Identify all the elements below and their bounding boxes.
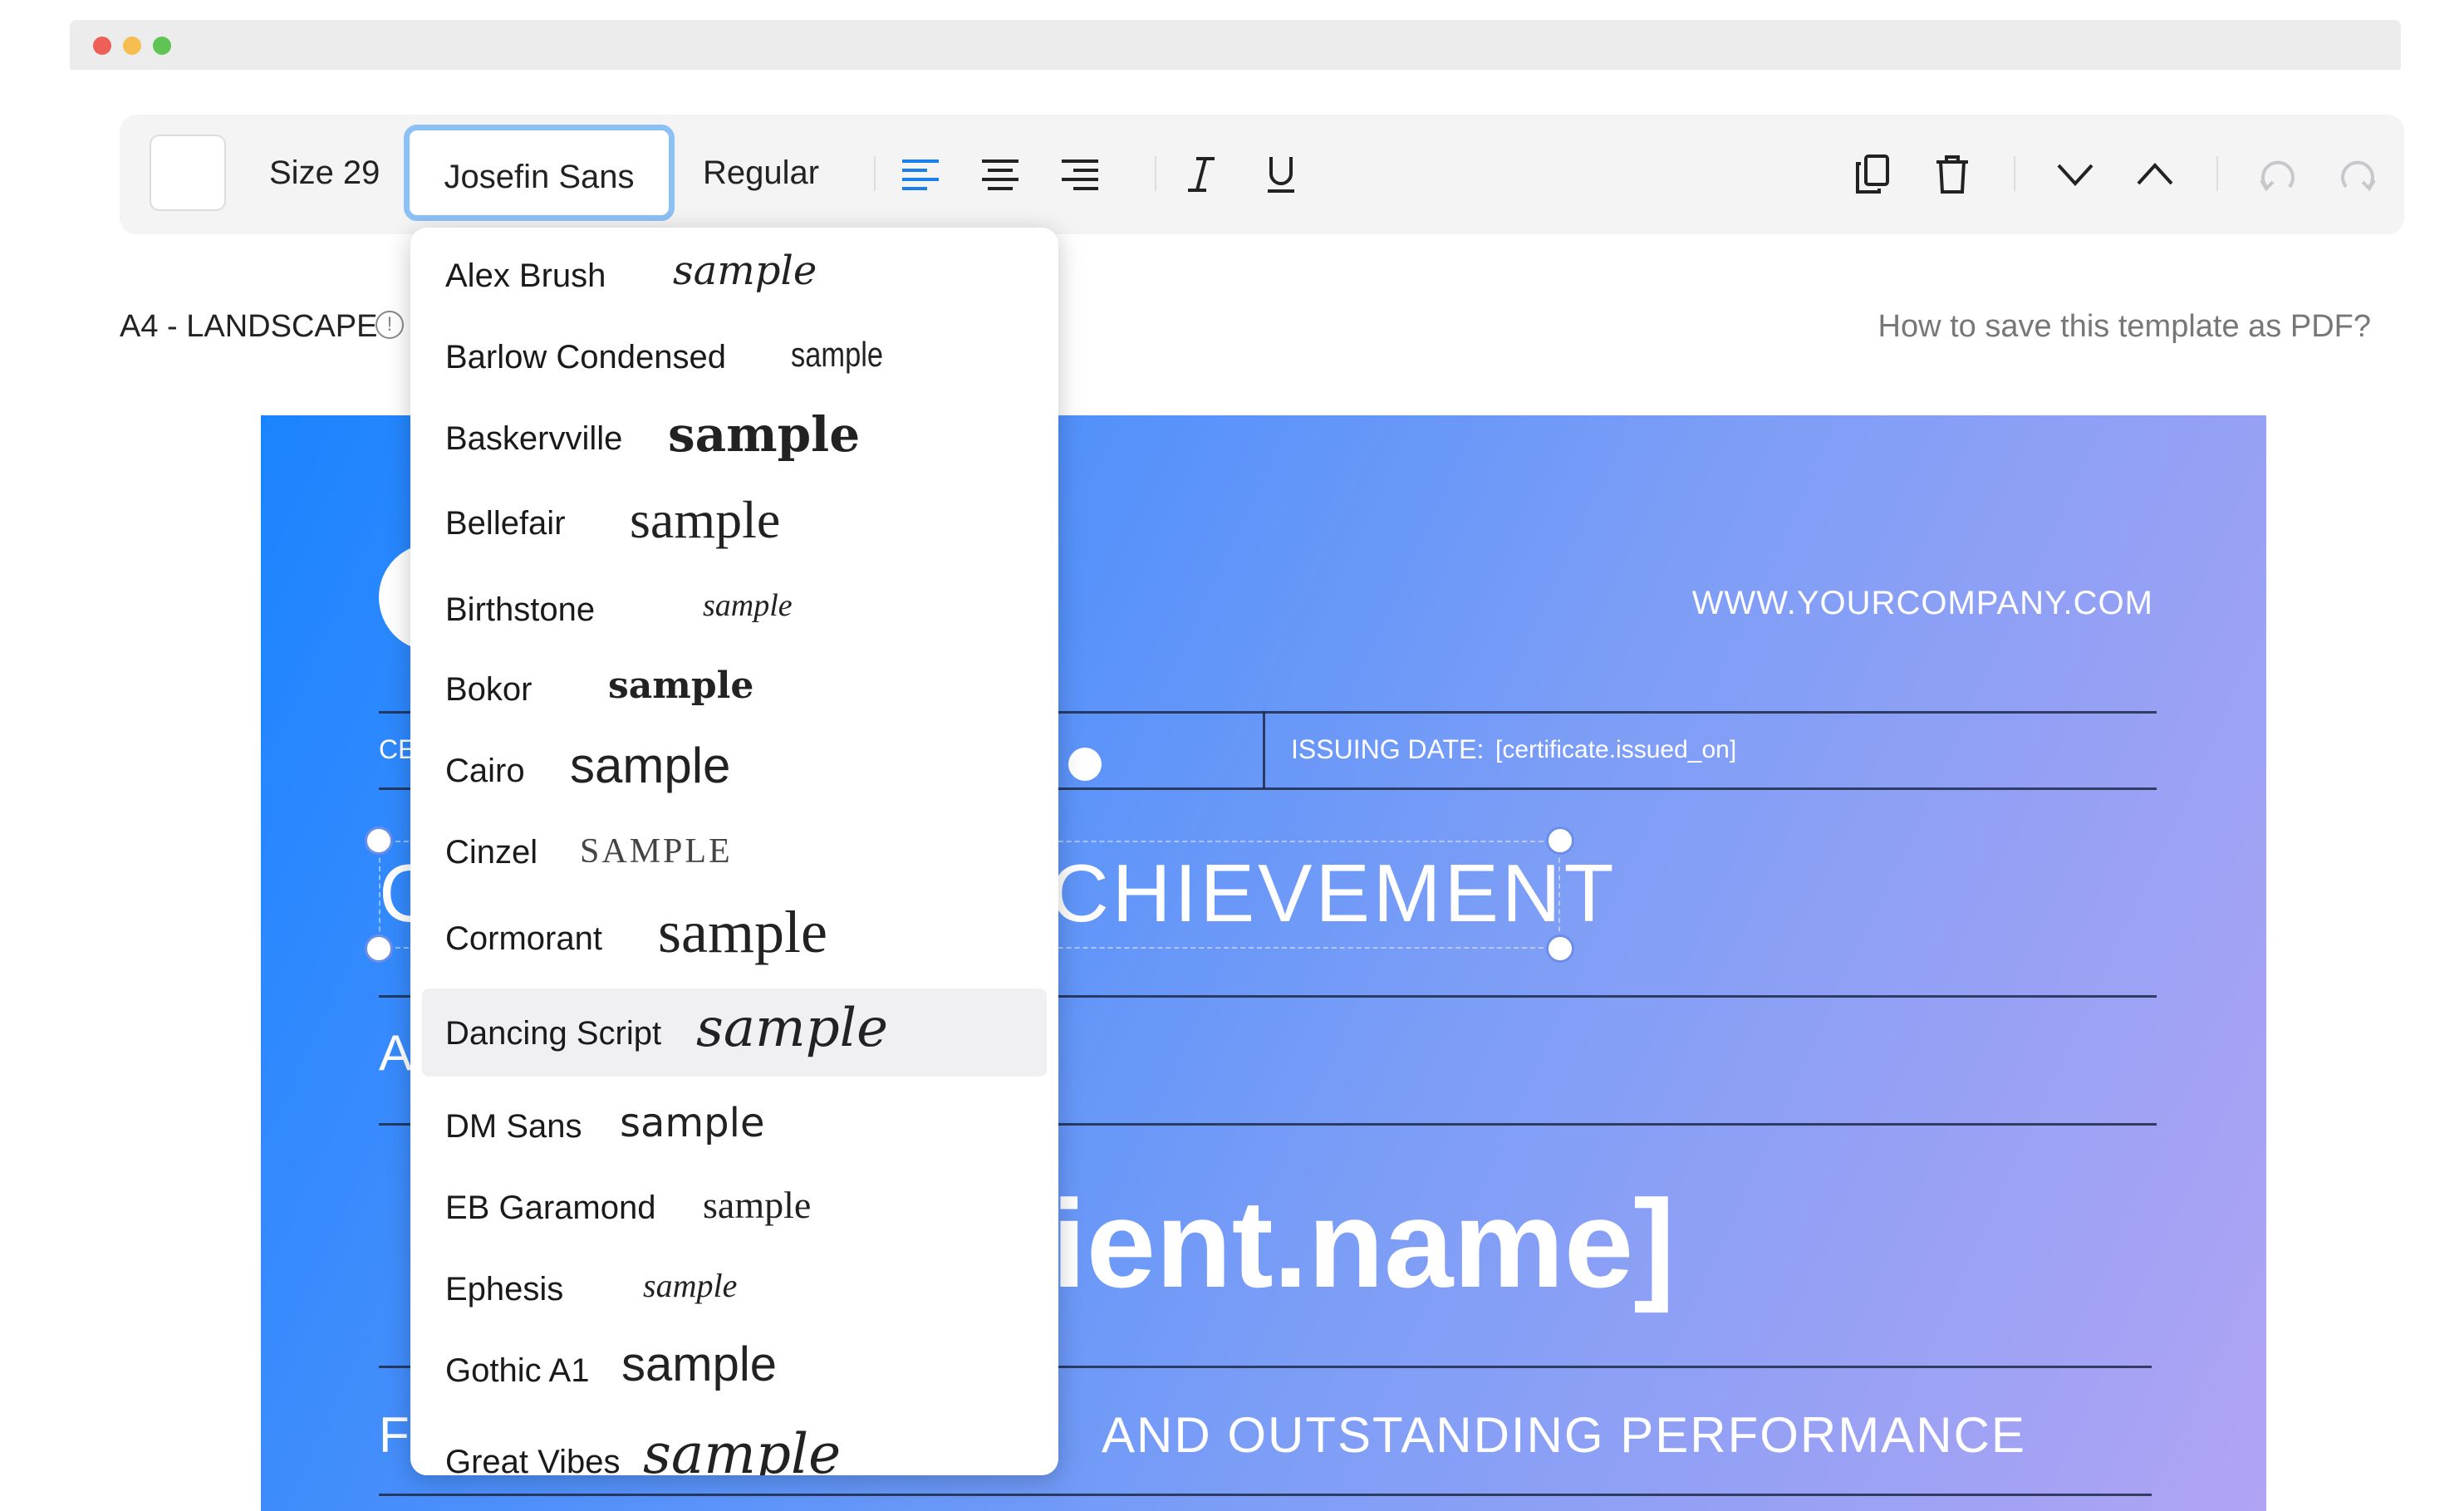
company-website-text[interactable]: WWW.YOURCOMPANY.COM — [1692, 586, 2153, 620]
page-format-label: A4 - LANDSCAPE — [120, 309, 378, 344]
award-reason[interactable]: AND OUTSTANDING PERFORMANCE — [1102, 1410, 2026, 1460]
font-size-selector[interactable]: Size 29 — [269, 156, 380, 189]
font-option-bellefair[interactable]: Bellefair sample — [422, 477, 1047, 565]
italic-icon — [1188, 157, 1215, 192]
undo-icon — [2260, 160, 2295, 192]
font-option-cormorant[interactable]: Cormorant sample — [422, 889, 1047, 977]
save-as-pdf-help-link[interactable]: How to save this template as PDF? — [1878, 309, 2371, 345]
move-down-icon — [2057, 164, 2093, 186]
redo-button[interactable] — [2328, 145, 2388, 204]
recipient-name[interactable]: ient.name] — [1052, 1181, 1675, 1306]
font-sample-preview: sample — [668, 406, 861, 463]
font-option-ephesis[interactable]: Ephesis sample — [422, 1243, 1047, 1331]
divider-line — [379, 1494, 2152, 1496]
resize-handle-bottom-right[interactable] — [1546, 935, 1574, 963]
toolbar-divider — [874, 156, 876, 191]
toolbar-divider — [2014, 156, 2015, 191]
font-sample-preview: sample — [658, 899, 827, 965]
editor-toolbar: Size 29 Josefin Sans Regular — [120, 115, 2404, 234]
font-sample-preview: sample — [570, 738, 731, 793]
font-option-baskervville[interactable]: Baskervville sample — [422, 392, 1047, 480]
font-option-label: Cinzel — [445, 834, 538, 871]
align-left-icon — [902, 159, 939, 190]
font-sample-preview: sample — [620, 1100, 765, 1146]
issuing-date-label[interactable]: ISSUING DATE: — [1291, 736, 1484, 763]
align-left-button[interactable] — [891, 145, 950, 204]
font-option-cairo[interactable]: Cairo sample — [422, 723, 1047, 811]
font-option-gothic-a1[interactable]: Gothic A1 sample — [422, 1322, 1047, 1410]
align-right-button[interactable] — [1050, 145, 1110, 204]
info-icon[interactable]: ! — [375, 311, 404, 339]
move-up-button[interactable] — [2125, 145, 2185, 204]
font-option-dancing-script[interactable]: Dancing Script sample — [422, 989, 1047, 1077]
font-family-dropdown[interactable]: Alex Brush sample Barlow Condensed sampl… — [410, 228, 1058, 1475]
font-option-label: Ephesis — [445, 1271, 564, 1307]
italic-button[interactable] — [1171, 145, 1231, 204]
duplicate-button[interactable] — [1843, 145, 1902, 204]
font-sample-preview: sample — [643, 1267, 738, 1304]
align-center-icon — [982, 159, 1018, 190]
font-option-label: Birthstone — [445, 591, 596, 628]
delete-button[interactable] — [1922, 145, 1982, 204]
font-option-bokor[interactable]: Bokor sample — [422, 643, 1047, 731]
font-option-eb-garamond[interactable]: EB Garamond sample — [422, 1163, 1047, 1251]
font-option-label: DM Sans — [445, 1108, 582, 1145]
font-option-label: EB Garamond — [445, 1190, 656, 1226]
font-option-alex-brush[interactable]: Alex Brush sample — [422, 231, 1047, 319]
font-option-label: Bellefair — [445, 505, 566, 542]
font-weight-selector[interactable]: Regular — [703, 156, 819, 189]
duplicate-icon — [1856, 155, 1889, 194]
font-family-select[interactable]: Josefin Sans — [404, 125, 675, 221]
font-option-barlow-condensed[interactable]: Barlow Condensed sample — [422, 312, 1047, 400]
trash-icon — [1936, 155, 1968, 194]
font-sample-preview: sample — [791, 335, 884, 374]
move-down-button[interactable] — [2045, 145, 2105, 204]
maximize-window-button[interactable] — [153, 37, 171, 55]
toolbar-divider — [1155, 156, 1156, 191]
toolbar-divider — [2216, 156, 2218, 191]
align-right-icon — [1062, 159, 1098, 190]
font-sample-preview: sample — [630, 490, 781, 549]
align-center-button[interactable] — [970, 145, 1030, 204]
font-option-great-vibes[interactable]: Great Vibes sample — [422, 1407, 1047, 1476]
minimize-window-button[interactable] — [123, 37, 141, 55]
font-sample-preview: sample — [703, 1184, 812, 1226]
undo-button[interactable] — [2248, 145, 2308, 204]
font-sample-preview: sample — [673, 248, 817, 294]
resize-handle-bottom-left[interactable] — [365, 935, 393, 963]
font-family-value: Josefin Sans — [444, 159, 635, 195]
move-up-icon — [2137, 163, 2173, 185]
color-swatch-button[interactable] — [150, 135, 226, 211]
underline-button[interactable] — [1251, 145, 1311, 204]
font-option-label: Gothic A1 — [445, 1352, 590, 1389]
font-option-dm-sans[interactable]: DM Sans sample — [422, 1083, 1047, 1171]
font-sample-preview: sample — [621, 1337, 777, 1391]
resize-handle[interactable] — [1068, 748, 1102, 781]
font-sample-preview: SAMPLE — [580, 832, 733, 871]
certificate-title[interactable]: CHIEVEMENT — [1050, 852, 1617, 934]
divider-line-vertical — [1263, 711, 1265, 789]
font-option-birthstone[interactable]: Birthstone sample — [422, 563, 1047, 651]
font-option-label: Alex Brush — [445, 258, 606, 294]
issuing-date-value[interactable]: [certificate.issued_on] — [1495, 738, 1736, 763]
font-sample-preview: sample — [643, 1422, 842, 1476]
font-option-label: Cormorant — [445, 920, 602, 957]
font-option-label: Barlow Condensed — [445, 339, 726, 375]
close-window-button[interactable] — [93, 37, 111, 55]
font-option-label: Bokor — [445, 671, 533, 708]
font-option-label: Cairo — [445, 753, 525, 789]
award-reason-prefix[interactable]: F — [379, 1410, 410, 1460]
font-sample-preview: sample — [608, 665, 754, 707]
font-option-cinzel[interactable]: Cinzel SAMPLE — [422, 804, 1047, 892]
font-sample-preview: sample — [696, 998, 888, 1059]
underline-icon — [1268, 157, 1294, 193]
font-option-label: Dancing Script — [445, 1015, 662, 1052]
font-sample-preview: sample — [703, 588, 793, 623]
font-option-label: Baskervville — [445, 420, 623, 457]
award-statement-prefix[interactable]: A — [379, 1028, 412, 1078]
font-option-label: Great Vibes — [445, 1444, 621, 1475]
redo-icon — [2341, 160, 2376, 192]
window-titlebar — [70, 20, 2401, 70]
